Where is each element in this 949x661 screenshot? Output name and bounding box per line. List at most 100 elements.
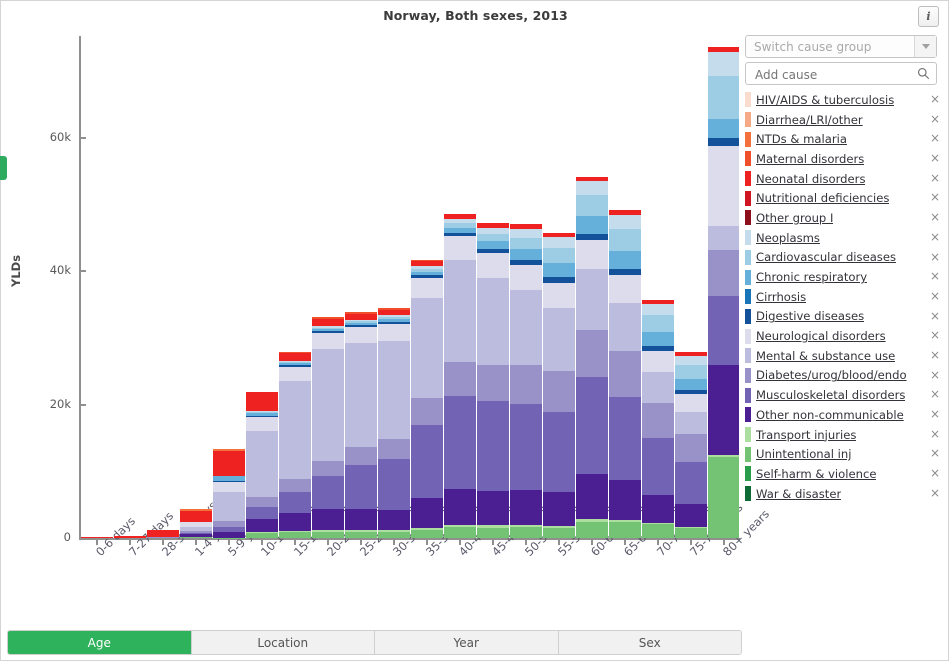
bar-segment[interactable] — [312, 317, 345, 319]
legend-item[interactable]: Maternal disorders × — [745, 149, 943, 169]
bar-segment[interactable] — [246, 411, 279, 412]
bar-segment[interactable] — [345, 312, 378, 314]
bar-segment[interactable] — [542, 526, 575, 529]
bar-segment[interactable] — [443, 525, 476, 528]
bar-segment[interactable] — [575, 240, 608, 269]
bar-30-34-years[interactable] — [378, 308, 410, 538]
bar-segment[interactable] — [509, 490, 542, 525]
bar-segment[interactable] — [279, 530, 312, 532]
add-cause-input[interactable] — [753, 65, 912, 84]
bar-segment[interactable] — [443, 527, 476, 538]
bar-segment[interactable] — [180, 531, 213, 534]
remove-cause-icon[interactable]: × — [930, 387, 940, 401]
bar-segment[interactable] — [542, 277, 575, 283]
bar-segment[interactable] — [608, 520, 641, 523]
bar-65-69-years[interactable] — [608, 210, 641, 538]
bar-segment[interactable] — [641, 346, 674, 351]
bar-70-74-years[interactable] — [641, 300, 674, 538]
remove-cause-icon[interactable]: × — [930, 486, 940, 500]
bar-segment[interactable] — [674, 504, 707, 527]
legend-item[interactable]: Digestive diseases × — [745, 307, 943, 327]
bar-segment[interactable] — [345, 314, 378, 320]
bar-segment[interactable] — [345, 531, 378, 538]
remove-cause-icon[interactable]: × — [930, 269, 940, 283]
bar-segment[interactable] — [312, 476, 345, 510]
bar-segment[interactable] — [443, 236, 476, 261]
info-icon[interactable]: i — [918, 6, 939, 27]
legend-item[interactable]: Unintentional inj × — [745, 444, 943, 464]
legend-item[interactable]: Cardiovascular diseases × — [745, 248, 943, 268]
bar-segment[interactable] — [476, 278, 509, 365]
bar-segment[interactable] — [114, 536, 147, 538]
bar-segment[interactable] — [246, 417, 279, 432]
bar-20-24-years[interactable] — [312, 317, 345, 538]
bar-segment[interactable] — [476, 364, 509, 401]
legend-item[interactable]: Diarrhea/LRI/other × — [745, 110, 943, 130]
remove-cause-icon[interactable]: × — [930, 210, 940, 224]
bar-segment[interactable] — [378, 321, 410, 324]
bar-segment[interactable] — [378, 309, 410, 316]
bar-segment[interactable] — [707, 250, 740, 296]
bar-segment[interactable] — [279, 361, 312, 362]
bar-segment[interactable] — [246, 416, 279, 418]
bar-segment[interactable] — [279, 363, 312, 366]
legend-item[interactable]: Chronic respiratory × — [745, 267, 943, 287]
remove-cause-icon[interactable]: × — [930, 446, 940, 460]
bar-segment[interactable] — [674, 378, 707, 390]
bar-segment[interactable] — [509, 237, 542, 249]
bar-segment[interactable] — [312, 326, 345, 328]
bar-segment[interactable] — [641, 304, 674, 316]
bar-segment[interactable] — [345, 343, 378, 447]
bar-segment[interactable] — [443, 395, 476, 489]
bar-segment[interactable] — [378, 319, 410, 322]
bar-segment[interactable] — [641, 332, 674, 346]
legend-item[interactable]: War & disaster × — [745, 484, 943, 504]
bar-segment[interactable] — [312, 348, 345, 461]
bar-25-29-years[interactable] — [345, 312, 378, 538]
bar-segment[interactable] — [312, 460, 345, 476]
bar-segment[interactable] — [575, 474, 608, 520]
bar-segment[interactable] — [608, 396, 641, 480]
bar-segment[interactable] — [180, 534, 213, 538]
bar-segment[interactable] — [410, 498, 443, 528]
bar-segment[interactable] — [674, 526, 707, 528]
bar-segment[interactable] — [509, 527, 542, 538]
legend-item[interactable]: Cirrhosis × — [745, 287, 943, 307]
tab-sex[interactable]: Sex — [558, 631, 741, 654]
legend-item[interactable]: Neonatal disorders × — [745, 169, 943, 189]
bar-segment[interactable] — [443, 362, 476, 396]
bar-segment[interactable] — [246, 496, 279, 507]
remove-cause-icon[interactable]: × — [930, 427, 940, 441]
bar-segment[interactable] — [279, 352, 312, 361]
bar-55-59-years[interactable] — [542, 232, 575, 538]
bar-segment[interactable] — [575, 519, 608, 522]
bar-segment[interactable] — [608, 351, 641, 397]
bar-segment[interactable] — [443, 227, 476, 233]
tab-age[interactable]: Age — [8, 631, 192, 654]
bar-7-27-days[interactable] — [114, 536, 147, 538]
bar-segment[interactable] — [542, 528, 575, 538]
bar-segment[interactable] — [378, 308, 410, 310]
bar-1-4-years[interactable] — [180, 509, 213, 538]
bar-segment[interactable] — [641, 372, 674, 404]
bar-segment[interactable] — [180, 533, 213, 535]
bar-segment[interactable] — [575, 522, 608, 538]
legend-item[interactable]: Transport injuries × — [745, 425, 943, 445]
tab-year[interactable]: Year — [375, 631, 559, 654]
bar-segment[interactable] — [509, 260, 542, 265]
bar-segment[interactable] — [707, 76, 740, 119]
bar-segment[interactable] — [575, 181, 608, 196]
bar-0-6-days[interactable] — [81, 537, 114, 538]
legend-item[interactable]: Other non-communicable × — [745, 405, 943, 425]
bar-segment[interactable] — [180, 522, 213, 527]
bar-segment[interactable] — [180, 526, 213, 532]
bar-segment[interactable] — [279, 479, 312, 492]
bar-segment[interactable] — [476, 228, 509, 234]
bar-segment[interactable] — [443, 223, 476, 228]
bar-segment[interactable] — [410, 529, 443, 538]
bar-segment[interactable] — [246, 411, 279, 413]
bar-segment[interactable] — [246, 518, 279, 532]
legend-item[interactable]: Musculoskeletal disorders × — [745, 385, 943, 405]
bar-segment[interactable] — [378, 317, 410, 320]
bar-segment[interactable] — [279, 365, 312, 367]
